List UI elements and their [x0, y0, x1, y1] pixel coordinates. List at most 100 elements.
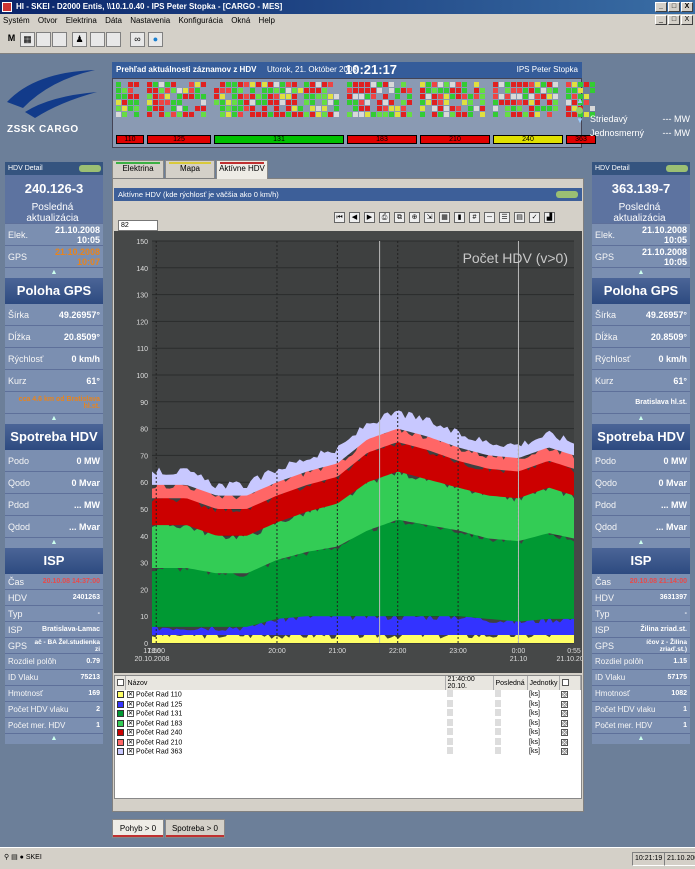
menu-data[interactable]: Dáta: [102, 16, 125, 25]
status-cell[interactable]: [177, 100, 182, 105]
status-cell[interactable]: [444, 88, 449, 93]
status-cell[interactable]: [262, 106, 267, 111]
status-cell[interactable]: [177, 88, 182, 93]
status-cell[interactable]: [322, 94, 327, 99]
status-cell[interactable]: [420, 100, 425, 105]
status-cell[interactable]: [226, 106, 231, 111]
status-cell[interactable]: [426, 82, 431, 87]
status-cell[interactable]: [328, 94, 333, 99]
status-cell[interactable]: [395, 106, 400, 111]
status-cell[interactable]: [535, 112, 540, 117]
status-cell[interactable]: [274, 106, 279, 111]
status-cell[interactable]: [214, 100, 219, 105]
status-cell[interactable]: [250, 106, 255, 111]
status-cell[interactable]: [371, 112, 376, 117]
status-cell[interactable]: [171, 82, 176, 87]
legend-checkbox[interactable]: ✕: [127, 710, 134, 718]
status-cell[interactable]: [371, 94, 376, 99]
status-cell[interactable]: [171, 88, 176, 93]
status-cell[interactable]: [232, 100, 237, 105]
down-arrow-icon[interactable]: ▼: [576, 116, 584, 125]
overview-nav[interactable]: ▲ ▼: [576, 96, 584, 142]
status-cell[interactable]: [256, 82, 261, 87]
status-cell[interactable]: [238, 82, 243, 87]
status-cell[interactable]: [238, 100, 243, 105]
status-cell[interactable]: [232, 88, 237, 93]
minimize-button[interactable]: _: [655, 2, 667, 12]
status-cell[interactable]: [116, 88, 121, 93]
status-cell[interactable]: [456, 94, 461, 99]
status-cell[interactable]: [505, 88, 510, 93]
status-cell[interactable]: [359, 112, 364, 117]
status-cell[interactable]: [153, 100, 158, 105]
status-cell[interactable]: [480, 106, 485, 111]
status-cell[interactable]: [122, 94, 127, 99]
status-cell[interactable]: [153, 106, 158, 111]
next-icon[interactable]: ▶: [364, 212, 375, 223]
status-cell[interactable]: [177, 106, 182, 111]
mdi-minimize-button[interactable]: _: [655, 15, 667, 25]
status-cell[interactable]: [566, 94, 571, 99]
status-cell[interactable]: [226, 112, 231, 117]
settings-icon[interactable]: ✓: [529, 212, 540, 223]
status-cell[interactable]: [438, 94, 443, 99]
grid-icon[interactable]: #: [469, 212, 480, 223]
status-cell[interactable]: [280, 100, 285, 105]
status-cell[interactable]: [365, 106, 370, 111]
status-cell[interactable]: [238, 112, 243, 117]
status-cell[interactable]: [244, 82, 249, 87]
bar-chart-icon[interactable]: ▟: [544, 212, 555, 223]
status-cell[interactable]: [590, 82, 595, 87]
tab-mapa[interactable]: Mapa: [165, 160, 215, 178]
status-cell[interactable]: [220, 82, 225, 87]
status-cell[interactable]: [262, 82, 267, 87]
status-cell[interactable]: [122, 106, 127, 111]
status-cell[interactable]: [220, 94, 225, 99]
status-cell[interactable]: [511, 94, 516, 99]
status-cell[interactable]: [420, 82, 425, 87]
status-cell[interactable]: [128, 106, 133, 111]
status-cell[interactable]: [420, 112, 425, 117]
status-cell[interactable]: [456, 106, 461, 111]
menu-okna[interactable]: Okná: [228, 16, 253, 25]
status-cell[interactable]: [529, 94, 534, 99]
status-cell[interactable]: [250, 100, 255, 105]
zoom-icon[interactable]: ⊕: [409, 212, 420, 223]
status-cell[interactable]: [268, 112, 273, 117]
collapse-arrow-icon[interactable]: ▲: [592, 538, 690, 548]
status-cell[interactable]: [238, 106, 243, 111]
status-cell[interactable]: [371, 88, 376, 93]
status-cell[interactable]: [128, 100, 133, 105]
status-cell[interactable]: [177, 94, 182, 99]
status-cell[interactable]: [322, 100, 327, 105]
status-cell[interactable]: [377, 106, 382, 111]
status-cell[interactable]: [274, 100, 279, 105]
status-cell[interactable]: [535, 82, 540, 87]
status-cell[interactable]: [590, 106, 595, 111]
status-cell[interactable]: [535, 94, 540, 99]
status-cell[interactable]: [134, 112, 139, 117]
status-cell[interactable]: [420, 106, 425, 111]
status-cell[interactable]: [377, 112, 382, 117]
status-cell[interactable]: [541, 82, 546, 87]
legend-row-button[interactable]: ◎: [561, 700, 568, 708]
status-cell[interactable]: [438, 88, 443, 93]
status-cell[interactable]: [214, 88, 219, 93]
status-cell[interactable]: [292, 106, 297, 111]
status-cell[interactable]: [334, 112, 339, 117]
status-cell[interactable]: [328, 112, 333, 117]
status-cell[interactable]: [432, 88, 437, 93]
status-cell[interactable]: [322, 82, 327, 87]
status-cell[interactable]: [171, 106, 176, 111]
status-cell[interactable]: [566, 106, 571, 111]
status-cell[interactable]: [153, 88, 158, 93]
status-cell[interactable]: [262, 94, 267, 99]
status-cell[interactable]: [438, 106, 443, 111]
status-cell[interactable]: [480, 88, 485, 93]
status-cell[interactable]: [450, 106, 455, 111]
status-cell[interactable]: [505, 82, 510, 87]
status-cell[interactable]: [122, 112, 127, 117]
legend-row[interactable]: ✕ Počet Rad 240 [ks] ◎: [115, 728, 581, 738]
legend-col-time[interactable]: 21:40:00 20.10.: [445, 676, 494, 690]
status-cell[interactable]: [316, 82, 321, 87]
